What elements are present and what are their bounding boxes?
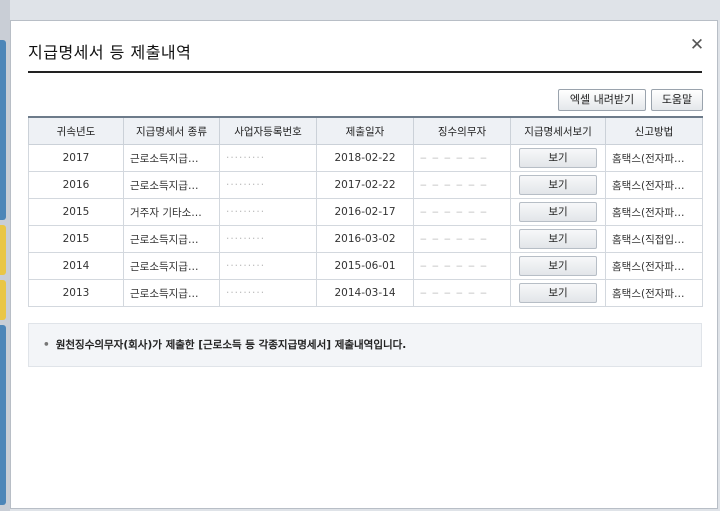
cell-year: 2017 — [28, 144, 124, 172]
cell-submit-date: 2016-02-17 — [316, 198, 414, 226]
cell-business-number: ········· — [219, 252, 317, 280]
side-tab-blue — [0, 40, 6, 220]
cell-submit-date: 2017-02-22 — [316, 171, 414, 199]
table-row: 2015 거주자 기타소… ········· 2016-02-17 ‒ ‒ ‒… — [28, 198, 703, 226]
cell-withholding-agent: ‒ ‒ ‒ ‒ ‒ ‒ — [413, 171, 511, 199]
cell-withholding-agent: ‒ ‒ ‒ ‒ ‒ ‒ — [413, 279, 511, 307]
cell-statement-type: 근로소득지급… — [123, 252, 220, 280]
view-statement-button[interactable]: 보기 — [519, 175, 597, 195]
cell-withholding-agent: ‒ ‒ ‒ ‒ ‒ ‒ — [413, 252, 511, 280]
view-statement-button[interactable]: 보기 — [519, 148, 597, 168]
cell-year: 2015 — [28, 225, 124, 253]
side-tab-yellow — [0, 225, 6, 275]
cell-view: 보기 — [510, 252, 606, 280]
view-statement-button[interactable]: 보기 — [519, 283, 597, 303]
background-side-panel — [0, 0, 10, 511]
table-header-row: 귀속년도 지급명세서 종류 사업자등록번호 제출일자 징수의무자 지급명세서보기… — [28, 116, 703, 145]
cell-view: 보기 — [510, 225, 606, 253]
cell-report-method: 홈택스(전자파… — [605, 198, 703, 226]
cell-report-method: 홈택스(직접입… — [605, 225, 703, 253]
bullet-icon: • — [43, 339, 50, 351]
table-row: 2017 근로소득지급… ········· 2018-02-22 ‒ ‒ ‒ … — [28, 144, 703, 172]
header-report-method: 신고방법 — [605, 116, 703, 145]
cell-submit-date: 2018-02-22 — [316, 144, 414, 172]
help-button[interactable]: 도움말 — [651, 89, 703, 111]
cell-statement-type: 거주자 기타소… — [123, 198, 220, 226]
notice-text: 원천징수의무자(회사)가 제출한 [근로소득 등 각종지급명세서] 제출내역입니… — [55, 339, 407, 351]
side-tab-blue — [0, 325, 6, 505]
table-row: 2013 근로소득지급… ········· 2014-03-14 ‒ ‒ ‒ … — [28, 279, 703, 307]
cell-view: 보기 — [510, 144, 606, 172]
cell-view: 보기 — [510, 198, 606, 226]
table-row: 2015 근로소득지급… ········· 2016-03-02 ‒ ‒ ‒ … — [28, 225, 703, 253]
cell-report-method: 홈택스(전자파… — [605, 171, 703, 199]
excel-download-button[interactable]: 엑셀 내려받기 — [558, 89, 646, 111]
header-business-number: 사업자등록번호 — [219, 116, 317, 145]
cell-submit-date: 2016-03-02 — [316, 225, 414, 253]
cell-statement-type: 근로소득지급… — [123, 279, 220, 307]
cell-report-method: 홈택스(전자파… — [605, 279, 703, 307]
cell-statement-type: 근로소득지급… — [123, 225, 220, 253]
cell-business-number: ········· — [219, 171, 317, 199]
cell-year: 2014 — [28, 252, 124, 280]
info-notice: • 원천징수의무자(회사)가 제출한 [근로소득 등 각종지급명세서] 제출내역입… — [28, 323, 702, 367]
header-view-statement: 지급명세서보기 — [510, 116, 606, 145]
table-row: 2016 근로소득지급… ········· 2017-02-22 ‒ ‒ ‒ … — [28, 171, 703, 199]
cell-report-method: 홈택스(전자파… — [605, 252, 703, 280]
cell-view: 보기 — [510, 279, 606, 307]
view-statement-button[interactable]: 보기 — [519, 229, 597, 249]
cell-submit-date: 2014-03-14 — [316, 279, 414, 307]
cell-business-number: ········· — [219, 144, 317, 172]
cell-statement-type: 근로소득지급… — [123, 144, 220, 172]
cell-year: 2013 — [28, 279, 124, 307]
cell-business-number: ········· — [219, 198, 317, 226]
view-statement-button[interactable]: 보기 — [519, 202, 597, 222]
dialog-title: 지급명세서 등 제출내역 — [28, 43, 192, 62]
title-divider — [28, 71, 702, 73]
header-withholding-agent: 징수의무자 — [413, 116, 511, 145]
cell-year: 2016 — [28, 171, 124, 199]
cell-statement-type: 근로소득지급… — [123, 171, 220, 199]
cell-submit-date: 2015-06-01 — [316, 252, 414, 280]
side-tab-yellow — [0, 280, 6, 320]
cell-withholding-agent: ‒ ‒ ‒ ‒ ‒ ‒ — [413, 225, 511, 253]
table-row: 2014 근로소득지급… ········· 2015-06-01 ‒ ‒ ‒ … — [28, 252, 703, 280]
header-year: 귀속년도 — [28, 116, 124, 145]
cell-business-number: ········· — [219, 279, 317, 307]
cell-business-number: ········· — [219, 225, 317, 253]
cell-year: 2015 — [28, 198, 124, 226]
cell-report-method: 홈택스(전자파… — [605, 144, 703, 172]
cell-view: 보기 — [510, 171, 606, 199]
cell-withholding-agent: ‒ ‒ ‒ ‒ ‒ ‒ — [413, 198, 511, 226]
cell-withholding-agent: ‒ ‒ ‒ ‒ ‒ ‒ — [413, 144, 511, 172]
header-submit-date: 제출일자 — [316, 116, 414, 145]
header-statement-type: 지급명세서 종류 — [123, 116, 220, 145]
submission-table: 귀속년도 지급명세서 종류 사업자등록번호 제출일자 징수의무자 지급명세서보기… — [28, 116, 703, 307]
submission-history-dialog: 지급명세서 등 제출내역 ✕ 엑셀 내려받기 도움말 귀속년도 지급명세서 종류… — [10, 20, 718, 509]
view-statement-button[interactable]: 보기 — [519, 256, 597, 276]
close-icon[interactable]: ✕ — [689, 37, 705, 54]
